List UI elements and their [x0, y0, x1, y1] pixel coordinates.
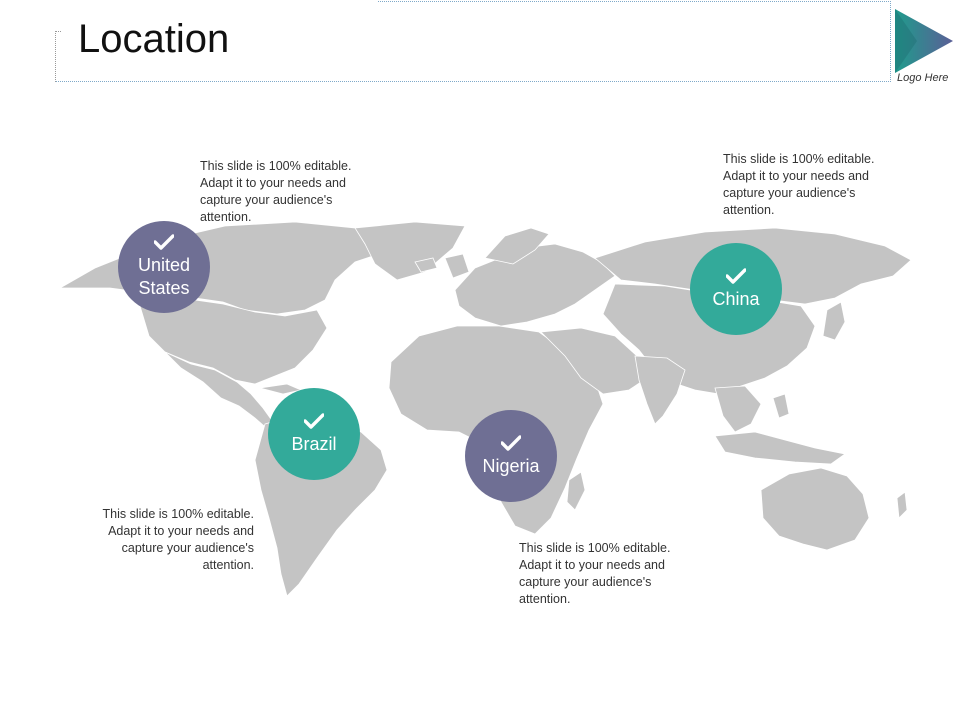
- pin-nigeria[interactable]: Nigeria: [465, 410, 557, 502]
- pin-label-united-states: United States: [137, 255, 191, 298]
- frame-top-line: [378, 1, 891, 2]
- pin-label-nigeria: Nigeria: [482, 455, 540, 476]
- caption-nigeria: This slide is 100% editable. Adapt it to…: [519, 541, 671, 606]
- triangle-logo-icon: [895, 9, 953, 73]
- check-icon: [154, 234, 174, 250]
- caption-brazil: This slide is 100% editable. Adapt it to…: [102, 507, 254, 572]
- logo-label: Logo Here: [897, 72, 949, 84]
- caption-china: This slide is 100% editable. Adapt it to…: [723, 152, 875, 217]
- frame-bottom-line: [55, 81, 891, 82]
- caption-united-states: This slide is 100% editable. Adapt it to…: [200, 159, 352, 224]
- page-title: Location: [78, 17, 230, 61]
- check-icon: [304, 412, 324, 429]
- pin-label-brazil: Brazil: [291, 433, 337, 454]
- pin-label-china: China: [712, 288, 760, 309]
- pin-brazil[interactable]: Brazil: [268, 388, 360, 480]
- check-icon: [501, 434, 521, 451]
- pin-china[interactable]: China: [690, 243, 782, 335]
- frame-left-line: [55, 31, 56, 82]
- check-icon: [726, 267, 746, 284]
- pin-united-states[interactable]: United States: [118, 221, 210, 313]
- frame-right-line: [890, 1, 891, 82]
- frame-corner-tick: [55, 31, 61, 32]
